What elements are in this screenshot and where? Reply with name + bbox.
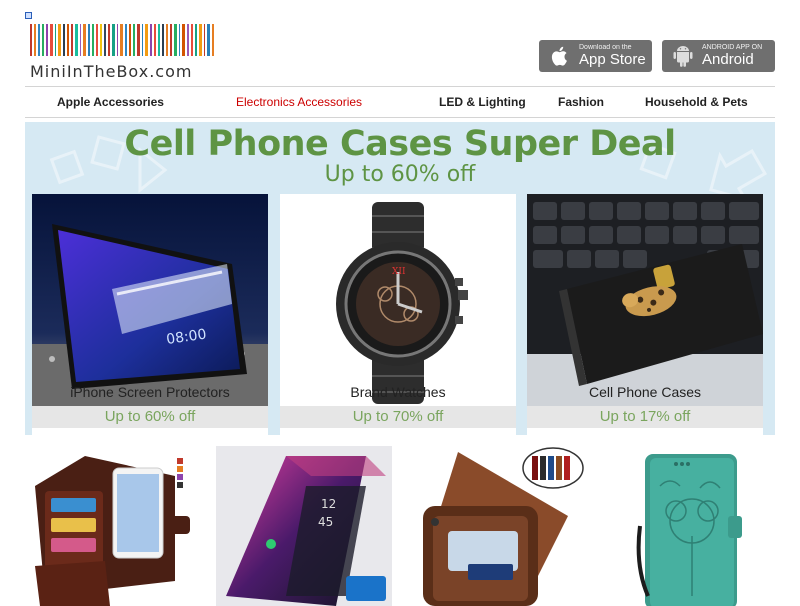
barcode-bar (174, 24, 177, 56)
deal-caption: iPhone Screen Protectors (70, 384, 230, 400)
barcode-bar (211, 24, 215, 56)
barcode-bar (124, 24, 128, 56)
barcode-bar (186, 24, 190, 56)
barcode-bar (92, 24, 94, 56)
deal-card-cell-phone-cases[interactable]: Cell Phone Cases Up to 17% off (527, 194, 763, 435)
barcode-bar (207, 24, 210, 56)
barcode-bar (112, 24, 115, 56)
deal-caption: Cell Phone Cases (588, 384, 702, 400)
barcode-bar (70, 24, 74, 56)
deal-discount: Up to 70% off (280, 406, 516, 428)
watch-image: XII (280, 194, 516, 408)
category-nav: Apple Accessories Electronics Accessorie… (25, 86, 775, 118)
screen-protector-image: 08:00 (32, 194, 268, 408)
site-logo[interactable]: MiniInTheBox.com (30, 24, 215, 81)
barcode-bar (137, 24, 140, 56)
barcode-bar (170, 24, 173, 56)
barcode-bar (87, 24, 91, 56)
barcode-bar (194, 24, 198, 56)
banner-title: Cell Phone Cases Super Deal (124, 124, 676, 164)
leather-card-case-image (408, 446, 584, 606)
barcode-bar (42, 24, 44, 56)
svg-text:XII: XII (392, 267, 406, 277)
barcode-bar (191, 24, 193, 56)
barcode-bar (199, 24, 202, 56)
android-icon (672, 45, 694, 67)
banner-subtitle: Up to 60% off (324, 162, 476, 187)
app-store-small-text: Download on the (579, 44, 632, 51)
barcode-bar (104, 24, 107, 56)
barcode-bar (129, 24, 131, 56)
teal-case-image (600, 446, 775, 606)
phone-case-image (527, 194, 763, 408)
deal-discount: Up to 60% off (32, 406, 268, 428)
nav-electronics-accessories[interactable]: Electronics Accessories (236, 95, 362, 109)
product-mirror-flip-case[interactable]: 12 45 (216, 446, 392, 606)
barcode-bar (58, 24, 61, 56)
barcode-bar (166, 24, 169, 56)
nav-fashion[interactable]: Fashion (558, 95, 604, 109)
nav-apple-accessories[interactable]: Apple Accessories (57, 95, 164, 109)
barcode-bar (108, 24, 111, 56)
barcode-bar (33, 24, 36, 56)
barcode-bar (30, 24, 32, 56)
barcode-bar (100, 24, 103, 56)
barcode-bar (149, 24, 153, 56)
barcode-bar (154, 24, 156, 56)
deal-card-screen-protectors[interactable]: 08:00 iPhone Screen Protectors Up to 60%… (32, 194, 268, 435)
logo-barcode (30, 24, 215, 56)
barcode-bar (157, 24, 161, 56)
product-leather-card-case[interactable] (408, 446, 584, 606)
barcode-bar (95, 24, 99, 56)
barcode-bar (141, 24, 144, 56)
apple-icon (549, 45, 571, 67)
mirror-case-image: 12 45 (216, 446, 392, 606)
barcode-bar (38, 24, 41, 56)
barcode-bar (62, 24, 66, 56)
nav-household-pets[interactable]: Household & Pets (645, 95, 748, 109)
barcode-bar (54, 24, 57, 56)
android-button[interactable]: ANDROID APP ON Android (662, 40, 775, 72)
svg-text:12: 12 (321, 497, 336, 511)
nav-led-lighting[interactable]: LED & Lighting (439, 95, 526, 109)
deal-caption: Brand Watches (350, 384, 446, 400)
deal-card-brand-watches[interactable]: XII Brand Watches Up to 70% off (280, 194, 516, 435)
barcode-bar (75, 24, 78, 56)
barcode-bar (79, 24, 82, 56)
android-label: Android (702, 51, 754, 68)
barcode-bar (145, 24, 148, 56)
product-wallet-case-brown[interactable] (25, 446, 195, 606)
barcode-bar (132, 24, 136, 56)
svg-text:45: 45 (318, 515, 333, 529)
product-teal-tree-case[interactable] (600, 446, 775, 606)
barcode-bar (162, 24, 165, 56)
android-small-text: ANDROID APP ON (702, 44, 763, 51)
barcode-bar (50, 24, 53, 56)
barcode-bar (67, 24, 69, 56)
promo-banner[interactable]: Cell Phone Cases Super Deal Up to 60% of… (25, 122, 775, 435)
barcode-bar (46, 24, 49, 56)
barcode-bar (203, 24, 206, 56)
barcode-bar (182, 24, 185, 56)
barcode-bar (83, 24, 86, 56)
wallet-case-image (25, 446, 195, 606)
barcode-bar (120, 24, 123, 56)
app-store-button[interactable]: Download on the App Store (539, 40, 652, 72)
barcode-bar (178, 24, 181, 56)
barcode-bar (116, 24, 119, 56)
app-store-label: App Store (579, 51, 646, 68)
tracking-pixel (25, 12, 32, 19)
deal-discount: Up to 17% off (527, 406, 763, 428)
logo-text: MiniInTheBox.com (30, 62, 193, 81)
